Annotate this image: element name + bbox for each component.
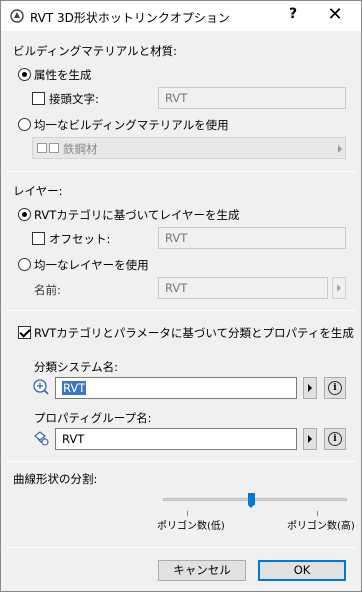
separator [7, 547, 355, 548]
window-title: RVT 3D形状ホットリンクオプション [30, 11, 230, 25]
classification-system-input[interactable]: RVT [55, 377, 297, 399]
offset-label: オフセット: [49, 232, 111, 246]
material-dropdown[interactable]: 鉄鋼材 [32, 137, 346, 159]
property-group-input[interactable]: RVT [55, 428, 297, 450]
radio-generate-layers-label: RVTカテゴリに基づいてレイヤーを生成 [34, 208, 240, 222]
classification-system-picker-button[interactable] [303, 377, 317, 399]
classification-checkbox[interactable] [18, 326, 31, 339]
slider-tick [317, 511, 318, 516]
radio-uniform-layer-label: 均一なレイヤーを使用 [34, 258, 149, 272]
arrow-right-icon [337, 284, 341, 292]
ok-button[interactable]: OK [258, 560, 346, 581]
prefix-input[interactable]: RVT [158, 87, 346, 109]
slider-high-label: ポリゴン数(高) [287, 521, 355, 532]
offset-checkbox[interactable] [32, 232, 45, 245]
title-bar: RVT 3D形状ホットリンクオプション ? ✕ [1, 1, 361, 31]
classification-system-info-button[interactable]: i [324, 377, 346, 399]
property-group-label: プロパティグループ名: [34, 411, 152, 425]
close-button[interactable]: ✕ [322, 4, 348, 25]
arrow-right-icon [308, 384, 312, 392]
layer-name-picker-button[interactable] [332, 277, 346, 299]
property-group-picker-button[interactable] [303, 428, 317, 450]
radio-uniform-material[interactable] [18, 118, 31, 131]
radio-uniform-material-label: 均一なビルディングマテリアルを使用 [34, 118, 229, 132]
slider-tick [187, 511, 188, 516]
property-group-info-button[interactable]: i [324, 428, 346, 450]
separator [7, 310, 355, 311]
layer-name-label: 名前: [34, 283, 61, 297]
cancel-button[interactable]: キャンセル [158, 560, 246, 581]
offset-input[interactable]: RVT [158, 227, 346, 249]
classification-system-value: RVT [62, 381, 87, 395]
material-swatch-icon [37, 143, 47, 153]
radio-generate-attributes-label: 属性を生成 [34, 68, 92, 82]
radio-uniform-layer[interactable] [18, 258, 31, 271]
curve-heading: 曲線形状の分割: [13, 472, 98, 486]
radio-generate-layers[interactable] [18, 208, 31, 221]
info-icon: i [328, 432, 342, 446]
app-icon [10, 9, 24, 23]
layer-name-input[interactable]: RVT [158, 277, 328, 299]
help-button[interactable]: ? [283, 6, 303, 22]
arrow-right-icon [308, 435, 312, 443]
prefix-label: 接頭文字: [49, 92, 99, 106]
dropdown-arrow-icon [338, 145, 342, 153]
classification-system-icon [33, 379, 49, 395]
slider-low-label: ポリゴン数(低) [157, 521, 225, 532]
curve-slider-track[interactable] [163, 498, 347, 501]
prefix-checkbox[interactable] [32, 92, 45, 105]
dialog: RVT 3D形状ホットリンクオプション ? ✕ ビルディングマテリアルと材質: … [0, 0, 362, 592]
info-icon: i [328, 381, 342, 395]
property-group-icon [34, 431, 49, 446]
radio-generate-attributes[interactable] [18, 68, 31, 81]
curve-slider-thumb[interactable] [247, 493, 255, 508]
material-swatch-icon [49, 143, 59, 153]
material-dropdown-value: 鉄鋼材 [63, 142, 98, 156]
classification-checkbox-label: RVTカテゴリとパラメータに基づいて分類とプロパティを生成 [34, 326, 354, 340]
separator [7, 461, 355, 462]
separator [7, 171, 355, 172]
layer-heading: レイヤー: [13, 184, 63, 198]
classification-system-label: 分類システム名: [34, 360, 119, 374]
material-heading: ビルディングマテリアルと材質: [13, 44, 177, 58]
